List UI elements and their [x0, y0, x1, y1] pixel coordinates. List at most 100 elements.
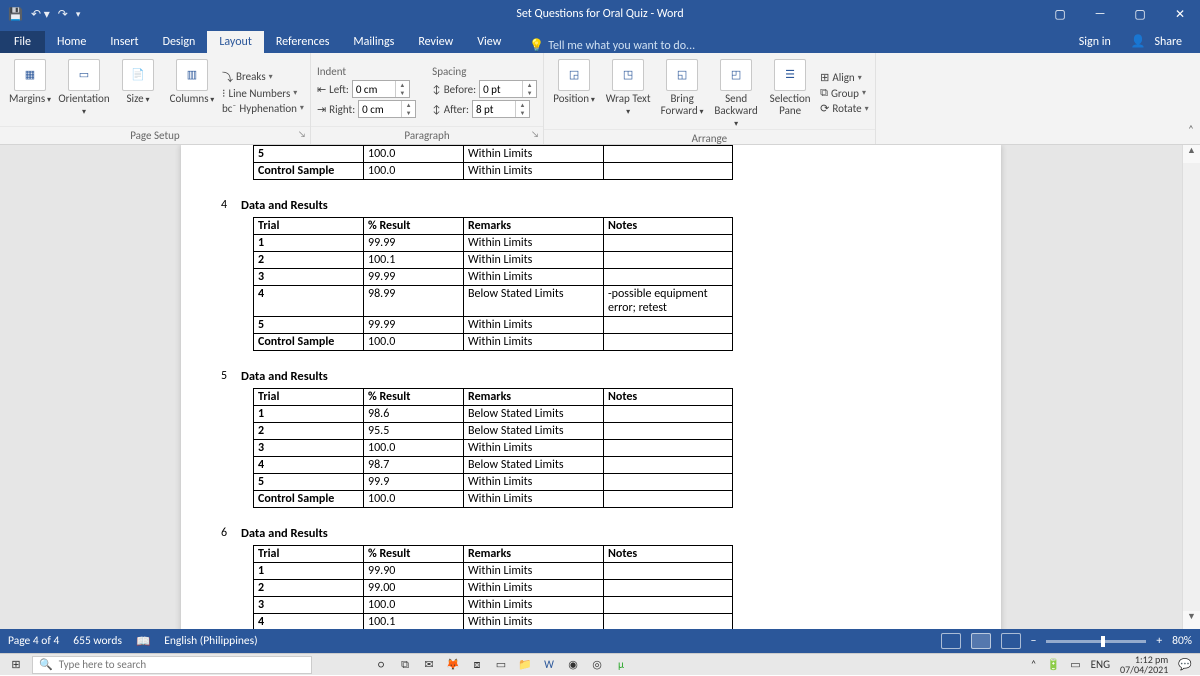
table-row[interactable]: Control Sample100.0Within Limits [254, 491, 733, 508]
table-5[interactable]: Trial% ResultRemarksNotes198.6Below Stat… [253, 388, 733, 508]
restore-icon[interactable]: ▢ [1120, 7, 1160, 22]
spacing-before-input[interactable] [480, 83, 522, 96]
table-row[interactable]: 3100.0Within Limits [254, 597, 733, 614]
print-layout-icon[interactable] [971, 633, 991, 649]
amazon-icon[interactable]: ▭ [492, 657, 510, 673]
word-count[interactable]: 655 words [73, 634, 122, 648]
table-row[interactable]: 199.99Within Limits [254, 235, 733, 252]
table-row[interactable]: 299.00Within Limits [254, 580, 733, 597]
align-button[interactable]: ⊞ Align [820, 71, 869, 84]
table-row[interactable]: 198.6Below Stated Limits [254, 406, 733, 423]
group-button[interactable]: ⧉ Group [820, 86, 869, 100]
utorrent-icon[interactable]: μ [612, 657, 630, 673]
video-icon[interactable]: ▭ [1070, 658, 1080, 671]
taskbar-search[interactable]: 🔍Type here to search [32, 656, 312, 674]
table-row[interactable]: 2100.1Within Limits [254, 252, 733, 269]
document-area[interactable]: 5100.0Within LimitsControl Sample100.0Wi… [0, 145, 1182, 629]
read-mode-icon[interactable] [941, 633, 961, 649]
undo-icon[interactable]: ↶ ▾ [31, 7, 50, 22]
table-row[interactable]: 599.99Within Limits [254, 317, 733, 334]
scroll-down-icon[interactable]: ▼ [1183, 611, 1200, 629]
taskbar-date[interactable]: 07/04/2021 [1120, 665, 1168, 675]
redo-icon[interactable]: ↷ [58, 7, 68, 22]
tell-me[interactable]: 💡Tell me what you want to do... [529, 38, 695, 53]
tab-mailings[interactable]: Mailings [341, 31, 406, 53]
firefox-icon[interactable]: 🦊 [444, 657, 462, 673]
wrap-text-button[interactable]: ◳Wrap Text [604, 57, 652, 129]
task-view-icon[interactable]: ⧉ [396, 657, 414, 673]
table-4[interactable]: Trial% ResultRemarksNotes199.99Within Li… [253, 217, 733, 351]
tab-layout[interactable]: Layout [207, 31, 264, 53]
line-numbers-button[interactable]: ⁝ Line Numbers [222, 87, 304, 100]
tab-file[interactable]: File [0, 31, 45, 53]
paragraph-launcher-icon[interactable]: ↘ [531, 129, 539, 140]
app-icon[interactable]: ◎ [588, 657, 606, 673]
table-6[interactable]: Trial% ResultRemarksNotes199.90Within Li… [253, 545, 733, 629]
page-setup-launcher-icon[interactable]: ↘ [298, 129, 306, 140]
orientation-button[interactable]: ▭Orientation [60, 57, 108, 126]
sign-in[interactable]: Sign in [1073, 31, 1117, 53]
table-row[interactable]: 498.99Below Stated Limits-possible equip… [254, 286, 733, 317]
table-row[interactable]: 5100.0Within Limits [254, 146, 733, 163]
hyphenation-button[interactable]: bc⁻ Hyphenation [222, 102, 304, 115]
spellcheck-icon[interactable]: 📖 [136, 634, 150, 649]
size-button[interactable]: 📄Size [114, 57, 162, 126]
table-row[interactable]: 498.7Below Stated Limits [254, 457, 733, 474]
tab-review[interactable]: Review [406, 31, 465, 53]
page[interactable]: 5100.0Within LimitsControl Sample100.0Wi… [181, 145, 1001, 629]
taskbar-lang[interactable]: ENG [1091, 658, 1110, 671]
battery-icon[interactable]: 🔋 [1046, 658, 1060, 671]
indent-left-input[interactable] [353, 83, 395, 96]
tab-insert[interactable]: Insert [98, 31, 150, 53]
tab-design[interactable]: Design [151, 31, 208, 53]
share-button[interactable]: 👤 Share [1125, 30, 1194, 53]
bring-forward-button[interactable]: ◱Bring Forward [658, 57, 706, 129]
tab-view[interactable]: View [465, 31, 513, 53]
save-icon[interactable]: 💾 [8, 7, 23, 22]
table-row[interactable]: 3100.0Within Limits [254, 440, 733, 457]
spacing-after-input[interactable] [473, 103, 515, 116]
web-layout-icon[interactable] [1001, 633, 1021, 649]
cortana-icon[interactable]: ○ [372, 657, 390, 673]
minimize-icon[interactable]: — [1080, 7, 1120, 22]
scroll-up-icon[interactable]: ▲ [1183, 145, 1200, 163]
selection-pane-button[interactable]: ☰Selection Pane [766, 57, 814, 129]
collapse-ribbon-icon[interactable]: ˄ [1182, 53, 1200, 144]
rotate-button[interactable]: ⟳ Rotate [820, 102, 869, 115]
margins-button[interactable]: ▦Margins [6, 57, 54, 126]
position-button[interactable]: ◲Position [550, 57, 598, 129]
table-row[interactable]: 295.5Below Stated Limits [254, 423, 733, 440]
tray-expand-icon[interactable]: ˄ [1031, 658, 1037, 671]
vertical-scrollbar[interactable]: ▲ ▼ [1182, 145, 1200, 629]
notifications-icon[interactable]: 💬 [1178, 658, 1192, 671]
tab-home[interactable]: Home [45, 31, 98, 53]
table-row[interactable]: 599.9Within Limits [254, 474, 733, 491]
table-fragment[interactable]: 5100.0Within LimitsControl Sample100.0Wi… [253, 145, 733, 180]
explorer-icon[interactable]: 📁 [516, 657, 534, 673]
table-row[interactable]: 199.90Within Limits [254, 563, 733, 580]
chrome-icon[interactable]: ◉ [564, 657, 582, 673]
close-icon[interactable]: ✕ [1160, 7, 1200, 22]
dropbox-icon[interactable]: ⧈ [468, 657, 486, 673]
table-row[interactable]: 399.99Within Limits [254, 269, 733, 286]
page-indicator[interactable]: Page 4 of 4 [8, 634, 59, 648]
language-indicator[interactable]: English (Philippines) [164, 634, 257, 648]
breaks-button[interactable]: ⤵ Breaks [222, 69, 304, 85]
zoom-slider[interactable] [1046, 640, 1146, 643]
indent-right-input[interactable] [359, 103, 401, 116]
send-backward-button[interactable]: ◰Send Backward [712, 57, 760, 129]
table-row[interactable]: Control Sample100.0Within Limits [254, 334, 733, 351]
word-icon[interactable]: W [540, 657, 558, 673]
ribbon-options-icon[interactable]: ▢ [1040, 7, 1080, 22]
table-row[interactable]: Control Sample100.0Within Limits [254, 163, 733, 180]
columns-button[interactable]: ▥Columns [168, 57, 216, 126]
zoom-level[interactable]: 80% [1172, 634, 1192, 648]
zoom-in-icon[interactable]: + [1156, 634, 1162, 648]
down-icon[interactable]: ▼ [396, 89, 409, 97]
mail-icon[interactable]: ✉ [420, 657, 438, 673]
zoom-out-icon[interactable]: − [1031, 634, 1037, 648]
up-icon[interactable]: ▲ [396, 81, 409, 89]
tab-references[interactable]: References [264, 31, 342, 53]
start-icon[interactable]: ⊞ [0, 658, 32, 671]
qat-more-icon[interactable]: ▾ [76, 9, 81, 20]
